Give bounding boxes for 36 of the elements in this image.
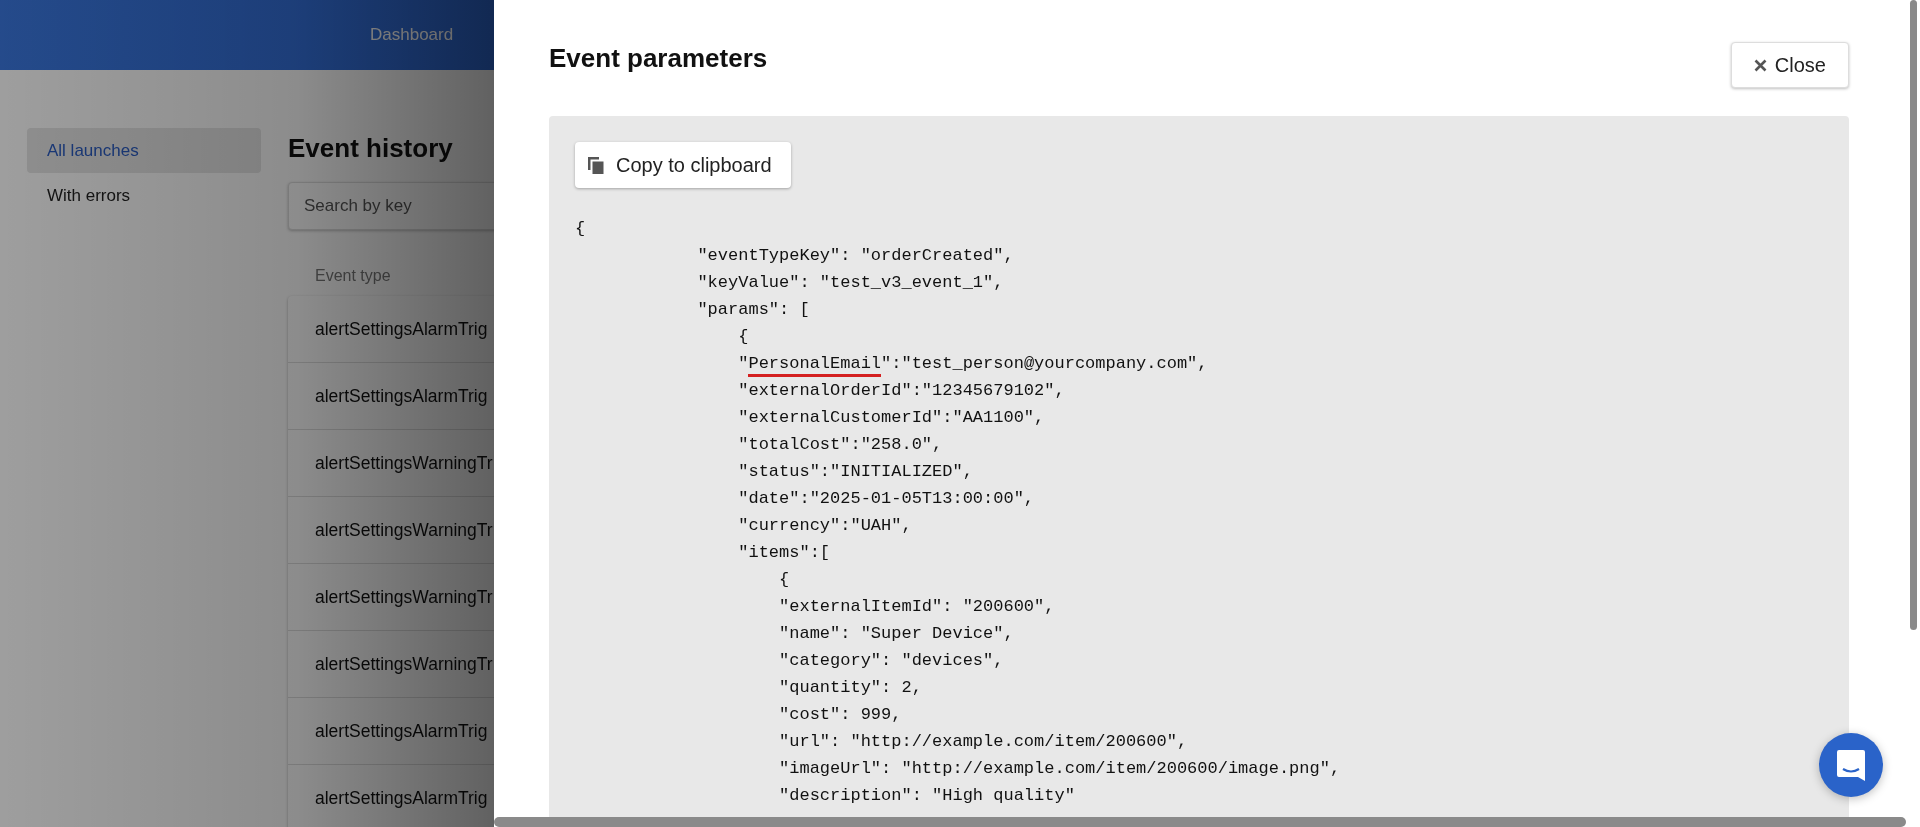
column-header: Event type	[314, 266, 392, 286]
sidebar-item[interactable]: All launches	[27, 128, 261, 173]
code-line: "PersonalEmail":"test_person@yourcompany.com",	[575, 350, 1823, 377]
code-line: "items":[	[737, 542, 832, 564]
code-line: "url": "http://example.com/item/200600",	[778, 731, 1189, 753]
code-line: {	[575, 218, 587, 240]
scrollbar[interactable]	[494, 817, 1906, 827]
sidebar-item[interactable]: With errors	[27, 173, 261, 218]
code-line: {	[778, 569, 791, 591]
code-line: "currency":"UAH",	[737, 515, 913, 537]
code-line: "description": "High quality"	[778, 785, 1076, 807]
code-line: "cost": 999,	[778, 704, 903, 726]
code-line: "imageUrl": "http://example.com/item/200600/image.png",	[778, 758, 1342, 780]
code-line: "params": [	[696, 299, 811, 321]
chat-icon	[1837, 749, 1865, 781]
code-line: "category": "devices",	[778, 650, 1005, 672]
code-line: "keyValue": "test_v3_event_1",	[696, 272, 1005, 294]
code-line: "eventTypeKey": "orderCreated",	[696, 245, 1015, 267]
code-line: "date":"2025-01-05T13:00:00",	[737, 488, 1036, 510]
copy-button[interactable]: Copy to clipboard	[575, 142, 791, 188]
code-line: "externalOrderId":"12345679102",	[737, 380, 1066, 402]
copy-icon	[588, 156, 604, 174]
code-line: "externalItemId": "200600",	[778, 596, 1056, 618]
scrollbar-thumb[interactable]	[1910, 0, 1917, 630]
code-line: "externalCustomerId":"AA1100",	[737, 407, 1046, 429]
modal-title: Event parameters	[549, 42, 768, 74]
code-line: "status":"INITIALIZED",	[737, 461, 974, 483]
close-icon	[1753, 58, 1767, 72]
search-field[interactable]: Search by key	[288, 182, 494, 230]
code-line: "name": "Super Device",	[778, 623, 1015, 645]
nav-link[interactable]: Dashboard	[370, 25, 454, 45]
code-line: "quantity": 2,	[778, 677, 923, 699]
page-title: Event history	[288, 132, 454, 165]
code-line: "totalCost":"258.0",	[737, 434, 944, 456]
code-line: {	[737, 326, 750, 348]
close-button[interactable]: Close	[1730, 42, 1849, 88]
